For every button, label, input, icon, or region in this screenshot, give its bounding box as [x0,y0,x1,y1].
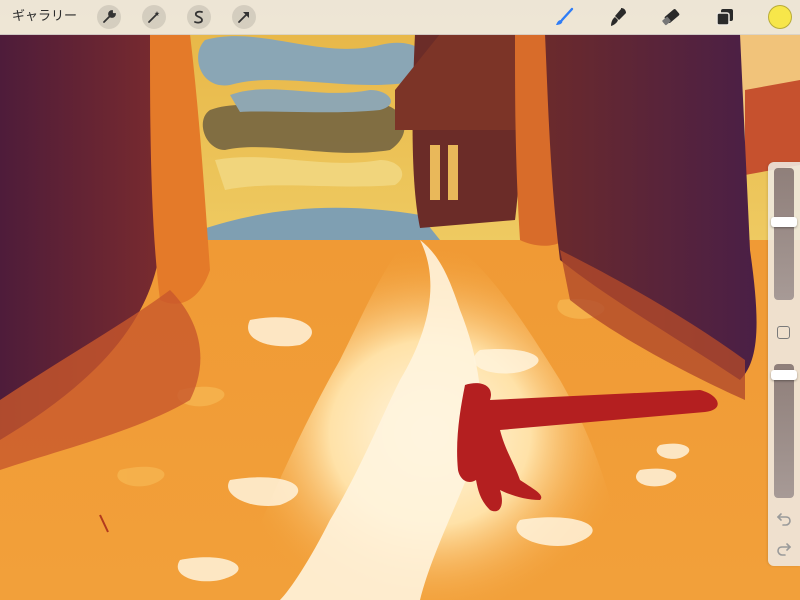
brush-size-slider[interactable] [774,168,794,300]
undo-icon[interactable] [775,510,793,528]
sidebar [768,162,800,566]
cloud [230,89,391,113]
arrow-cursor-icon[interactable] [232,5,256,29]
brush-icon[interactable] [552,5,576,29]
brush-size-thumb[interactable] [771,216,797,227]
building-right-far [745,80,800,175]
color-swatch[interactable] [768,5,792,29]
smudge-icon[interactable] [606,5,630,29]
wrench-icon[interactable] [97,5,121,29]
building-door [430,145,440,200]
building-door [448,145,458,200]
modifier-button[interactable] [777,326,790,339]
selection-s-icon[interactable] [187,5,211,29]
gallery-button[interactable]: ギャラリー [12,0,77,34]
layers-icon[interactable] [713,5,737,29]
drawing-canvas[interactable] [0,0,800,600]
opacity-slider[interactable] [774,364,794,498]
cloud [215,157,403,190]
magic-wand-icon[interactable] [142,5,166,29]
top-toolbar: ギャラリー [0,0,800,35]
redo-icon[interactable] [775,540,793,558]
eraser-icon[interactable] [659,5,683,29]
opacity-thumb[interactable] [771,370,797,381]
